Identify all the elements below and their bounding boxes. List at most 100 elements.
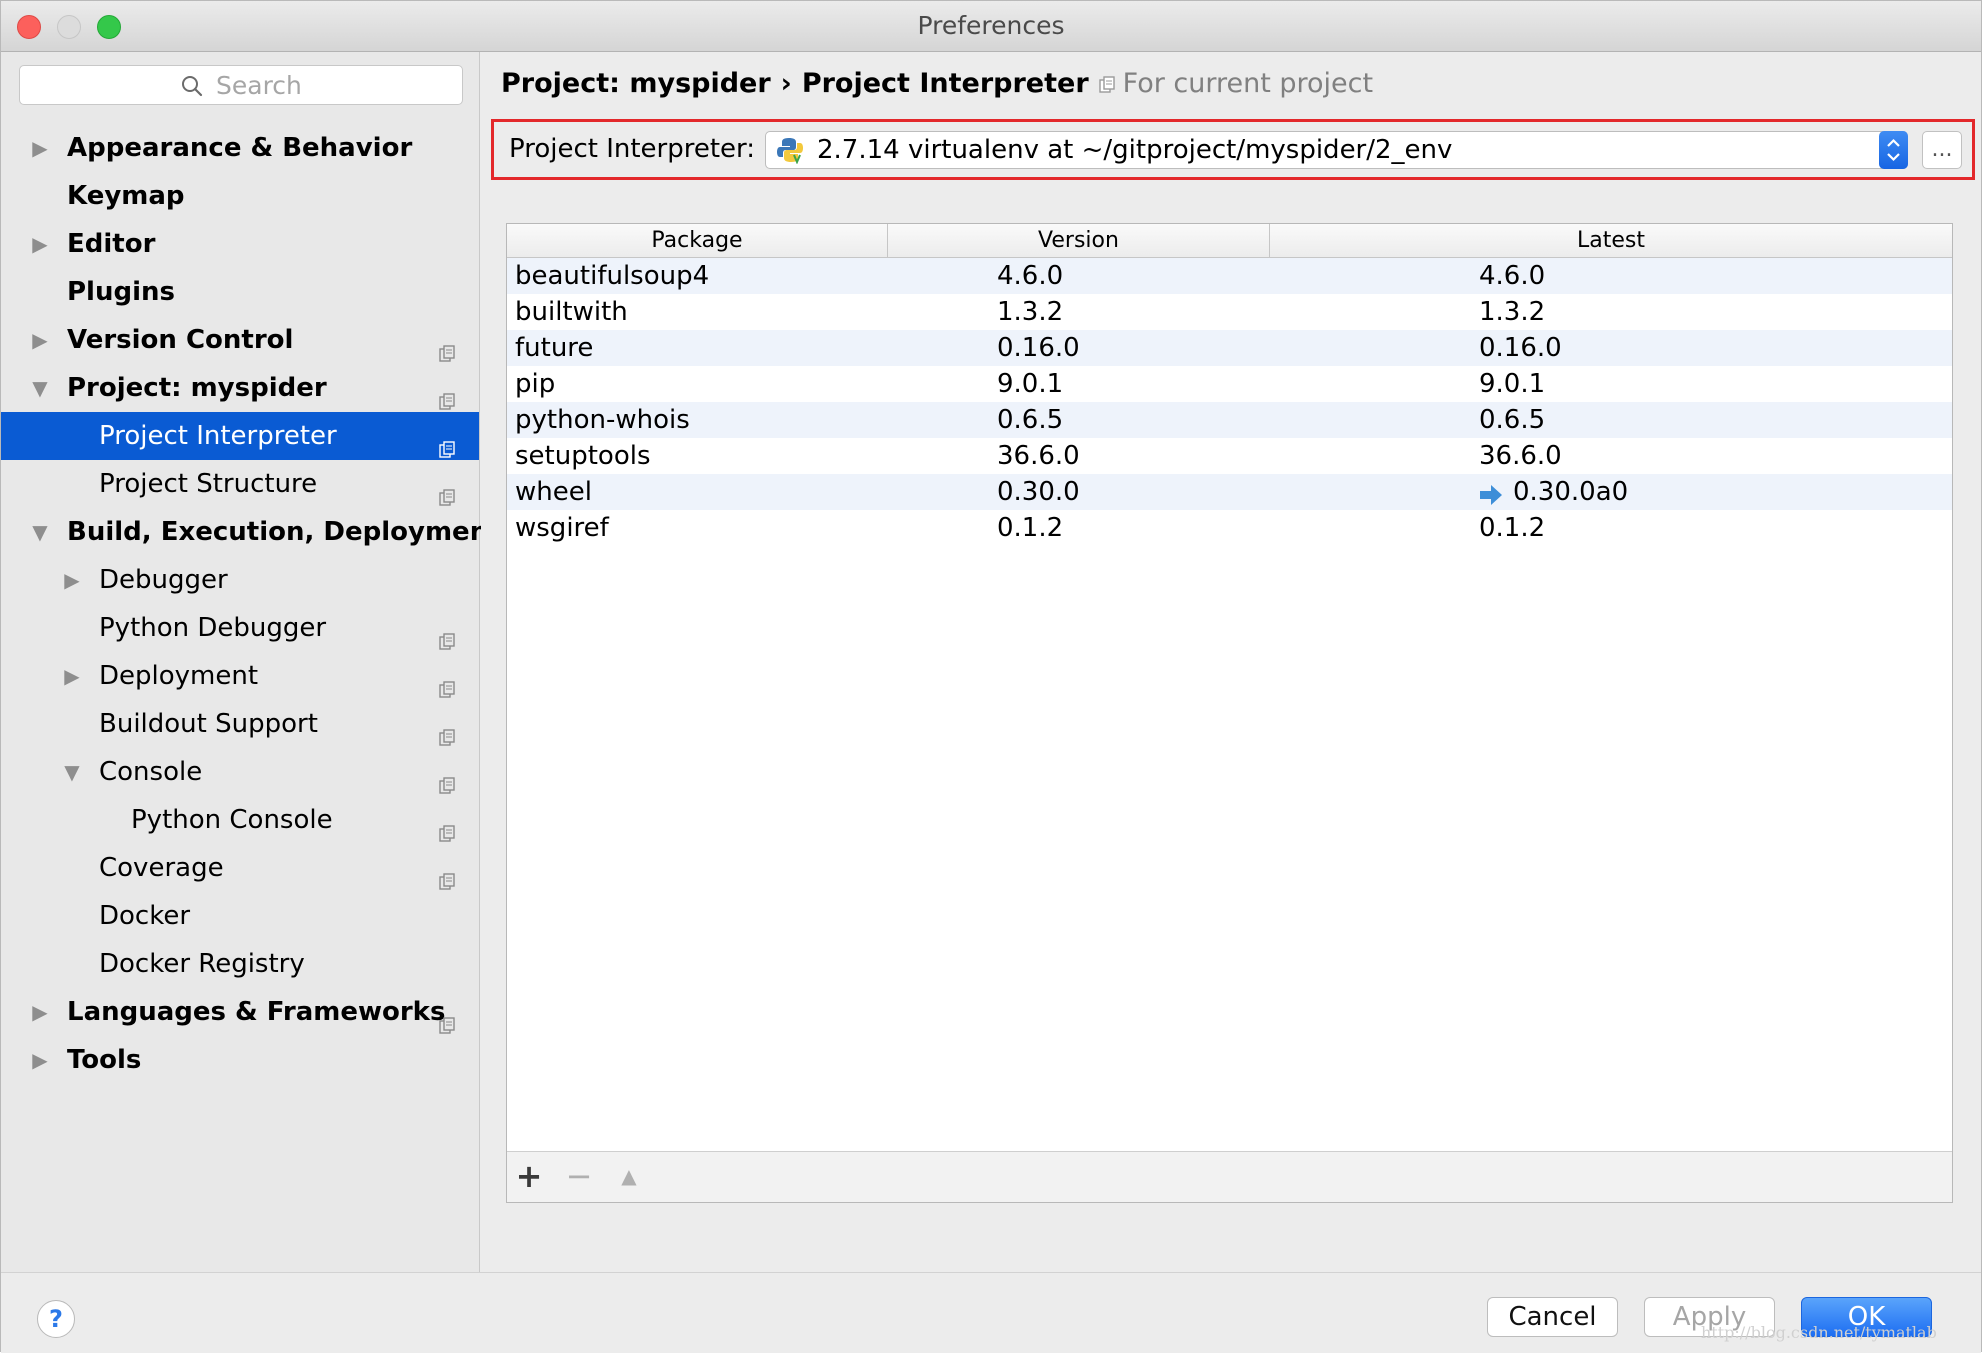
package-name-text: wsgiref xyxy=(515,513,609,543)
package-version: 0.1.2 xyxy=(997,510,1063,546)
expand-arrow-icon[interactable]: ▶ xyxy=(62,652,82,700)
sidebar-item-keymap[interactable]: Keymap xyxy=(1,172,479,220)
package-version: 4.6.0 xyxy=(997,258,1063,294)
add-package-button[interactable]: + xyxy=(513,1160,545,1192)
sidebar-item-project-structure[interactable]: Project Structure xyxy=(1,460,479,508)
collapse-arrow-icon[interactable]: ▼ xyxy=(30,364,50,412)
interpreter-value: 2.7.14 virtualenv at ~/gitproject/myspid… xyxy=(817,135,1453,165)
project-settings-icon xyxy=(439,475,457,506)
upgrade-available-icon xyxy=(1479,480,1503,505)
package-latest: 36.6.0 xyxy=(1479,438,1562,474)
package-latest-text: 1.3.2 xyxy=(1479,297,1546,327)
search-input[interactable]: Search xyxy=(19,65,463,105)
sidebar-item-python-console[interactable]: Python Console xyxy=(1,796,479,844)
package-name: setuptools xyxy=(515,438,651,474)
package-latest: 4.6.0 xyxy=(1479,258,1545,294)
package-name-text: pip xyxy=(515,369,556,399)
table-row[interactable]: builtwith 1.3.2 1.3.2 xyxy=(507,294,1952,330)
settings-sidebar: Search ▶ Appearance & Behavior Keymap ▶ Edit… xyxy=(1,52,501,1272)
table-row[interactable]: beautifulsoup4 4.6.0 4.6.0 xyxy=(507,258,1952,294)
expand-arrow-icon[interactable]: ▶ xyxy=(30,988,50,1036)
package-latest-text: 0.1.2 xyxy=(1479,513,1546,543)
package-name-text: python-whois xyxy=(515,405,690,435)
expand-arrow-icon[interactable]: ▶ xyxy=(30,1036,50,1084)
sidebar-item-python-debugger[interactable]: Python Debugger xyxy=(1,604,479,652)
sidebar-item-coverage[interactable]: Coverage xyxy=(1,844,479,892)
interpreter-label: Project Interpreter: xyxy=(509,134,756,164)
packages-table: Package Version Latest beautifulsoup4 4.6… xyxy=(506,223,1953,1203)
breadcrumb-separator: › xyxy=(780,68,792,99)
package-latest-text: 36.6.0 xyxy=(1479,441,1562,471)
sidebar-item-docker[interactable]: Docker xyxy=(1,892,479,940)
interpreter-highlight: Project Interpreter: 2.7.14 virtualenv a… xyxy=(491,119,1975,180)
package-latest-text: 0.30.0a0 xyxy=(1513,477,1629,507)
window-title: Preferences xyxy=(917,11,1065,40)
sidebar-item-label: Console xyxy=(99,757,203,787)
sidebar-item-build-execution-deployment[interactable]: ▼ Build, Execution, Deployment xyxy=(1,508,500,556)
project-settings-icon xyxy=(439,427,457,458)
package-name: builtwith xyxy=(515,294,628,330)
project-settings-icon xyxy=(439,811,457,842)
table-row[interactable]: future 0.16.0 0.16.0 xyxy=(507,330,1952,366)
updown-arrows-icon[interactable] xyxy=(1879,131,1908,169)
sidebar-item-tools[interactable]: ▶ Tools xyxy=(1,1036,479,1084)
sidebar-item-debugger[interactable]: ▶ Debugger xyxy=(1,556,479,604)
collapse-arrow-icon[interactable]: ▼ xyxy=(62,748,82,796)
expand-arrow-icon[interactable]: ▶ xyxy=(30,220,50,268)
table-header: Package Version Latest xyxy=(507,224,1952,258)
table-row[interactable]: setuptools 36.6.0 36.6.0 xyxy=(507,438,1952,474)
project-settings-icon xyxy=(439,331,457,362)
table-row[interactable]: python-whois 0.6.5 0.6.5 xyxy=(507,402,1952,438)
table-row[interactable]: wsgiref 0.1.2 0.1.2 xyxy=(507,510,1952,546)
expand-arrow-icon[interactable]: ▶ xyxy=(30,316,50,364)
package-version-text: 1.3.2 xyxy=(997,297,1064,327)
sidebar-item-label: Coverage xyxy=(99,853,224,883)
column-header-version[interactable]: Version xyxy=(888,224,1270,257)
sidebar-item-console[interactable]: ▼ Console xyxy=(1,748,479,796)
sidebar-item-label: Python Debugger xyxy=(99,613,327,643)
table-row[interactable]: wheel 0.30.0 0.30.0a0 xyxy=(507,474,1952,510)
preferences-window: Preferences Search ▶ Appearance & Behavio… xyxy=(0,0,1982,1353)
sidebar-item-project-interpreter[interactable]: Project Interpreter xyxy=(1,412,479,460)
package-version-text: 4.6.0 xyxy=(997,261,1064,291)
sidebar-item-deployment[interactable]: ▶ Deployment xyxy=(1,652,479,700)
column-header-latest[interactable]: Latest xyxy=(1270,224,1952,257)
collapse-arrow-icon[interactable]: ▼ xyxy=(30,508,50,556)
sidebar-item-label: Python Console xyxy=(131,805,333,835)
sidebar-item-docker-registry[interactable]: Docker Registry xyxy=(1,940,479,988)
search-icon xyxy=(182,76,203,97)
sidebar-item-project-myspider[interactable]: ▼ Project: myspider xyxy=(1,364,479,412)
package-latest: 0.1.2 xyxy=(1479,510,1545,546)
sidebar-item-version-control[interactable]: ▶ Version Control xyxy=(1,316,479,364)
search-placeholder: Search xyxy=(216,71,302,100)
help-button[interactable]: ? xyxy=(37,1300,75,1338)
sidebar-item-languages-frameworks[interactable]: ▶ Languages & Frameworks xyxy=(1,988,479,1036)
package-version: 0.16.0 xyxy=(997,330,1080,366)
sidebar-item-label: Debugger xyxy=(99,565,228,595)
interpreter-select[interactable]: 2.7.14 virtualenv at ~/gitproject/myspid… xyxy=(765,131,1908,169)
expand-arrow-icon[interactable]: ▶ xyxy=(30,124,50,172)
sidebar-item-label: Appearance & Behavior xyxy=(67,133,413,163)
package-latest-text: 0.16.0 xyxy=(1479,333,1562,363)
expand-arrow-icon[interactable]: ▶ xyxy=(62,556,82,604)
package-name-text: builtwith xyxy=(515,297,628,327)
package-name: future xyxy=(515,330,593,366)
upgrade-package-button[interactable]: ▲ xyxy=(613,1160,645,1192)
sidebar-item-label: Languages & Frameworks xyxy=(67,997,446,1027)
sidebar-item-label: Plugins xyxy=(67,277,175,307)
package-latest-text: 9.0.1 xyxy=(1479,369,1546,399)
remove-package-button[interactable]: − xyxy=(563,1160,595,1192)
package-name-text: wheel xyxy=(515,477,592,507)
sidebar-item-plugins[interactable]: Plugins xyxy=(1,268,479,316)
sidebar-item-appearance-behavior[interactable]: ▶ Appearance & Behavior xyxy=(1,124,479,172)
cancel-button[interactable]: Cancel xyxy=(1487,1297,1618,1337)
interpreter-settings-button[interactable]: ... xyxy=(1922,131,1962,169)
sidebar-item-label: Keymap xyxy=(67,181,185,211)
table-row[interactable]: pip 9.0.1 9.0.1 xyxy=(507,366,1952,402)
package-latest: 9.0.1 xyxy=(1479,366,1545,402)
sidebar-item-buildout-support[interactable]: Buildout Support xyxy=(1,700,479,748)
column-header-package[interactable]: Package xyxy=(507,224,888,257)
scope-label: For current project xyxy=(1122,68,1374,99)
sidebar-item-editor[interactable]: ▶ Editor xyxy=(1,220,479,268)
watermark: http://blog.csdn.net/tymatlab xyxy=(1701,1323,1937,1342)
